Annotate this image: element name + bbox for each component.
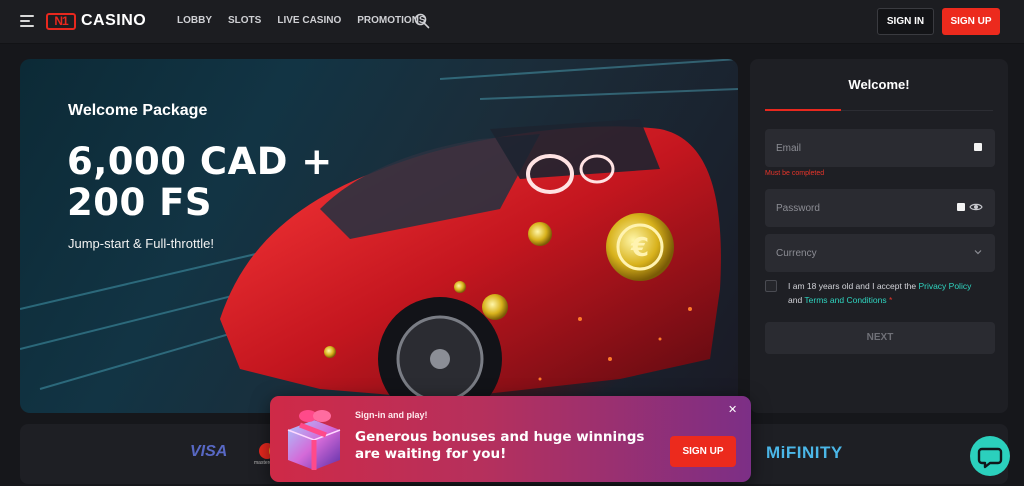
svg-text:€: € — [630, 233, 649, 263]
chevron-down-icon — [974, 250, 982, 255]
main-nav: LOBBY SLOTS LIVE CASINO PROMOTIONS — [177, 15, 426, 26]
promo-sign-up-button[interactable]: SIGN UP — [670, 436, 736, 467]
nav-live-casino[interactable]: LIVE CASINO — [277, 15, 341, 26]
currency-label: Currency — [776, 248, 817, 259]
search-icon[interactable] — [414, 13, 430, 29]
terms-text: I am 18 years old and I accept the Priva… — [788, 279, 998, 307]
email-field[interactable] — [765, 129, 995, 167]
sign-up-button[interactable]: SIGN UP — [942, 8, 1000, 35]
next-button[interactable]: NEXT — [765, 322, 995, 354]
top-header: N1 CASINO LOBBY SLOTS LIVE CASINO PROMOT… — [0, 0, 1024, 44]
registration-panel: Welcome! Must be completed Currency I am… — [750, 59, 1008, 413]
password-autofill-icon[interactable] — [957, 203, 965, 211]
gift-box-icon — [287, 410, 341, 470]
nav-slots[interactable]: SLOTS — [228, 15, 261, 26]
hamburger-menu-icon[interactable] — [20, 14, 36, 28]
hero-amount-line2: 200 FS — [67, 181, 213, 224]
promo-popup: Sign-in and play! Generous bonuses and h… — [270, 396, 751, 482]
casino-logo[interactable]: N1 CASINO — [46, 12, 146, 30]
nav-lobby[interactable]: LOBBY — [177, 15, 212, 26]
hero-bonus-amount: 6,000 CAD + 200 FS — [67, 141, 467, 223]
visa-logo: VISA — [190, 443, 228, 460]
eye-icon[interactable] — [969, 202, 983, 212]
age-terms-checkbox[interactable] — [765, 280, 777, 292]
chat-icon — [977, 447, 1003, 469]
promo-headline: Generous bonuses and huge winnings are w… — [355, 429, 645, 462]
logo-mark: N1 — [46, 12, 76, 30]
terms-and: and — [788, 295, 803, 305]
close-icon[interactable]: ✕ — [728, 405, 737, 416]
hero-kicker: Welcome Package — [68, 102, 208, 119]
panel-title: Welcome! — [848, 77, 910, 92]
email-error: Must be completed — [765, 170, 825, 177]
hero-amount-line1: 6,000 CAD + — [67, 140, 333, 183]
required-mark: * — [889, 295, 893, 305]
mifinity-logo: MiFINITY — [766, 443, 843, 462]
logo-text: CASINO — [81, 12, 147, 29]
sign-in-button[interactable]: SIGN IN — [877, 8, 934, 35]
hero-subtitle: Jump-start & Full-throttle! — [68, 236, 214, 251]
terms-conditions-link[interactable]: Terms and Conditions — [804, 295, 886, 305]
promo-kicker: Sign-in and play! — [355, 410, 428, 420]
hero-banner[interactable]: € Welcome Package 6,000 CAD + 200 FS Jum… — [20, 59, 738, 413]
chat-button[interactable] — [970, 436, 1010, 476]
autofill-icon[interactable] — [974, 143, 982, 151]
step-progress-indicator — [765, 109, 841, 111]
terms-prefix: I am 18 years old and I accept the — [788, 281, 917, 291]
privacy-policy-link[interactable]: Privacy Policy — [918, 281, 971, 291]
